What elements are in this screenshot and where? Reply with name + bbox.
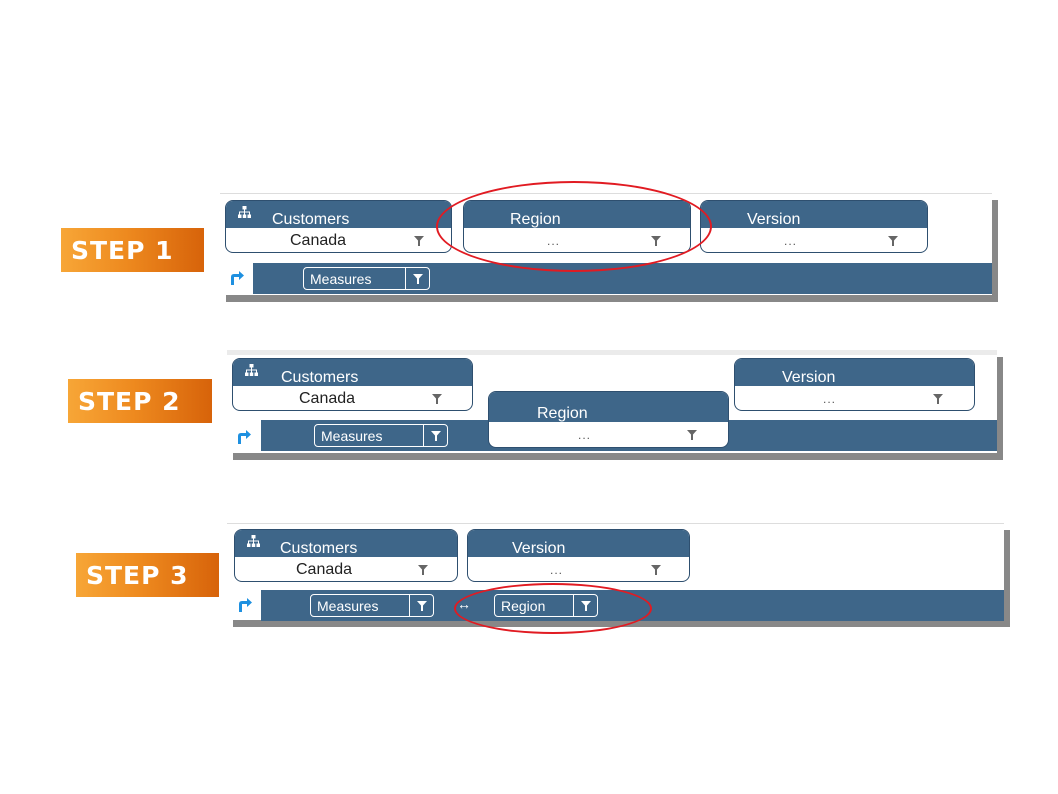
measures-chip[interactable]: Measures <box>303 267 430 290</box>
region-dimension-dragging[interactable]: Region ... <box>488 391 729 448</box>
customers-dimension[interactable]: Customers Canada <box>234 529 458 582</box>
filter-icon <box>430 430 441 441</box>
dimension-value: ... <box>550 563 564 577</box>
dimension-value: Canada <box>296 561 353 578</box>
version-dimension[interactable]: Version ... <box>734 358 975 411</box>
dimension-selection[interactable]: Canada <box>226 228 451 252</box>
dimension-selection[interactable]: ... <box>468 557 689 581</box>
step-2-panel: Customers Canada Version ... Measures Re… <box>227 350 997 453</box>
dimension-selection[interactable]: ... <box>735 386 974 410</box>
dimension-value: ... <box>823 392 837 406</box>
filter-icon <box>416 600 427 611</box>
dimension-selection[interactable]: ... <box>701 228 927 252</box>
dimension-header: Region <box>489 392 728 422</box>
chip-filter-button[interactable] <box>409 595 433 616</box>
dimension-selection[interactable]: Canada <box>233 386 472 410</box>
filter-icon[interactable] <box>687 430 697 440</box>
filter-icon[interactable] <box>418 565 428 575</box>
measures-chip[interactable]: Measures <box>314 424 448 447</box>
region-chip-highlight-ellipse <box>454 583 652 634</box>
hierarchy-icon[interactable] <box>245 364 258 376</box>
chip-filter-button[interactable] <box>423 425 447 446</box>
version-dimension[interactable]: Version ... <box>700 200 928 253</box>
chip-filter-button[interactable] <box>405 268 429 289</box>
swap-axes-icon[interactable] <box>229 270 245 286</box>
step-1-badge: STEP 1 <box>61 228 204 272</box>
dimension-value: ... <box>784 234 798 248</box>
chip-label: Measures <box>321 427 383 444</box>
dimension-name: Customers <box>281 369 359 386</box>
hierarchy-icon[interactable] <box>238 206 251 218</box>
step-2-badge: STEP 2 <box>68 379 212 423</box>
dimension-name: Version <box>747 211 801 228</box>
filter-icon[interactable] <box>432 394 442 404</box>
customers-dimension[interactable]: Customers Canada <box>225 200 452 253</box>
measures-chip[interactable]: Measures <box>310 594 434 617</box>
filter-icon[interactable] <box>414 236 424 246</box>
filter-icon <box>412 273 423 284</box>
dimension-name: Customers <box>272 211 350 228</box>
swap-axes-icon[interactable] <box>237 597 253 613</box>
filter-icon[interactable] <box>933 394 943 404</box>
chip-label: Measures <box>310 270 372 287</box>
dimension-header: Version <box>735 359 974 386</box>
dimension-selection[interactable]: ... <box>489 422 728 447</box>
dimension-name: Version <box>512 540 566 557</box>
dimension-name: Customers <box>280 540 358 557</box>
dimension-value: ... <box>578 428 592 442</box>
dimension-header: Customers <box>233 359 472 386</box>
dimension-value: Canada <box>290 232 347 249</box>
dimension-header: Version <box>701 201 927 228</box>
dimension-name: Region <box>537 405 588 422</box>
dimension-header: Customers <box>226 201 451 228</box>
dimension-name: Version <box>782 369 836 386</box>
region-highlight-ellipse <box>436 181 712 272</box>
filter-icon[interactable] <box>888 236 898 246</box>
swap-axes-icon[interactable] <box>236 429 252 445</box>
dimension-selection[interactable]: Canada <box>235 557 457 581</box>
version-dimension[interactable]: Version ... <box>467 529 690 582</box>
dimension-value: Canada <box>299 390 356 407</box>
dimension-header: Customers <box>235 530 457 557</box>
chip-label: Measures <box>317 597 379 614</box>
dimension-header: Version <box>468 530 689 557</box>
hierarchy-icon[interactable] <box>247 535 260 547</box>
filter-icon[interactable] <box>651 565 661 575</box>
customers-dimension[interactable]: Customers Canada <box>232 358 473 411</box>
step-3-badge: STEP 3 <box>76 553 219 597</box>
